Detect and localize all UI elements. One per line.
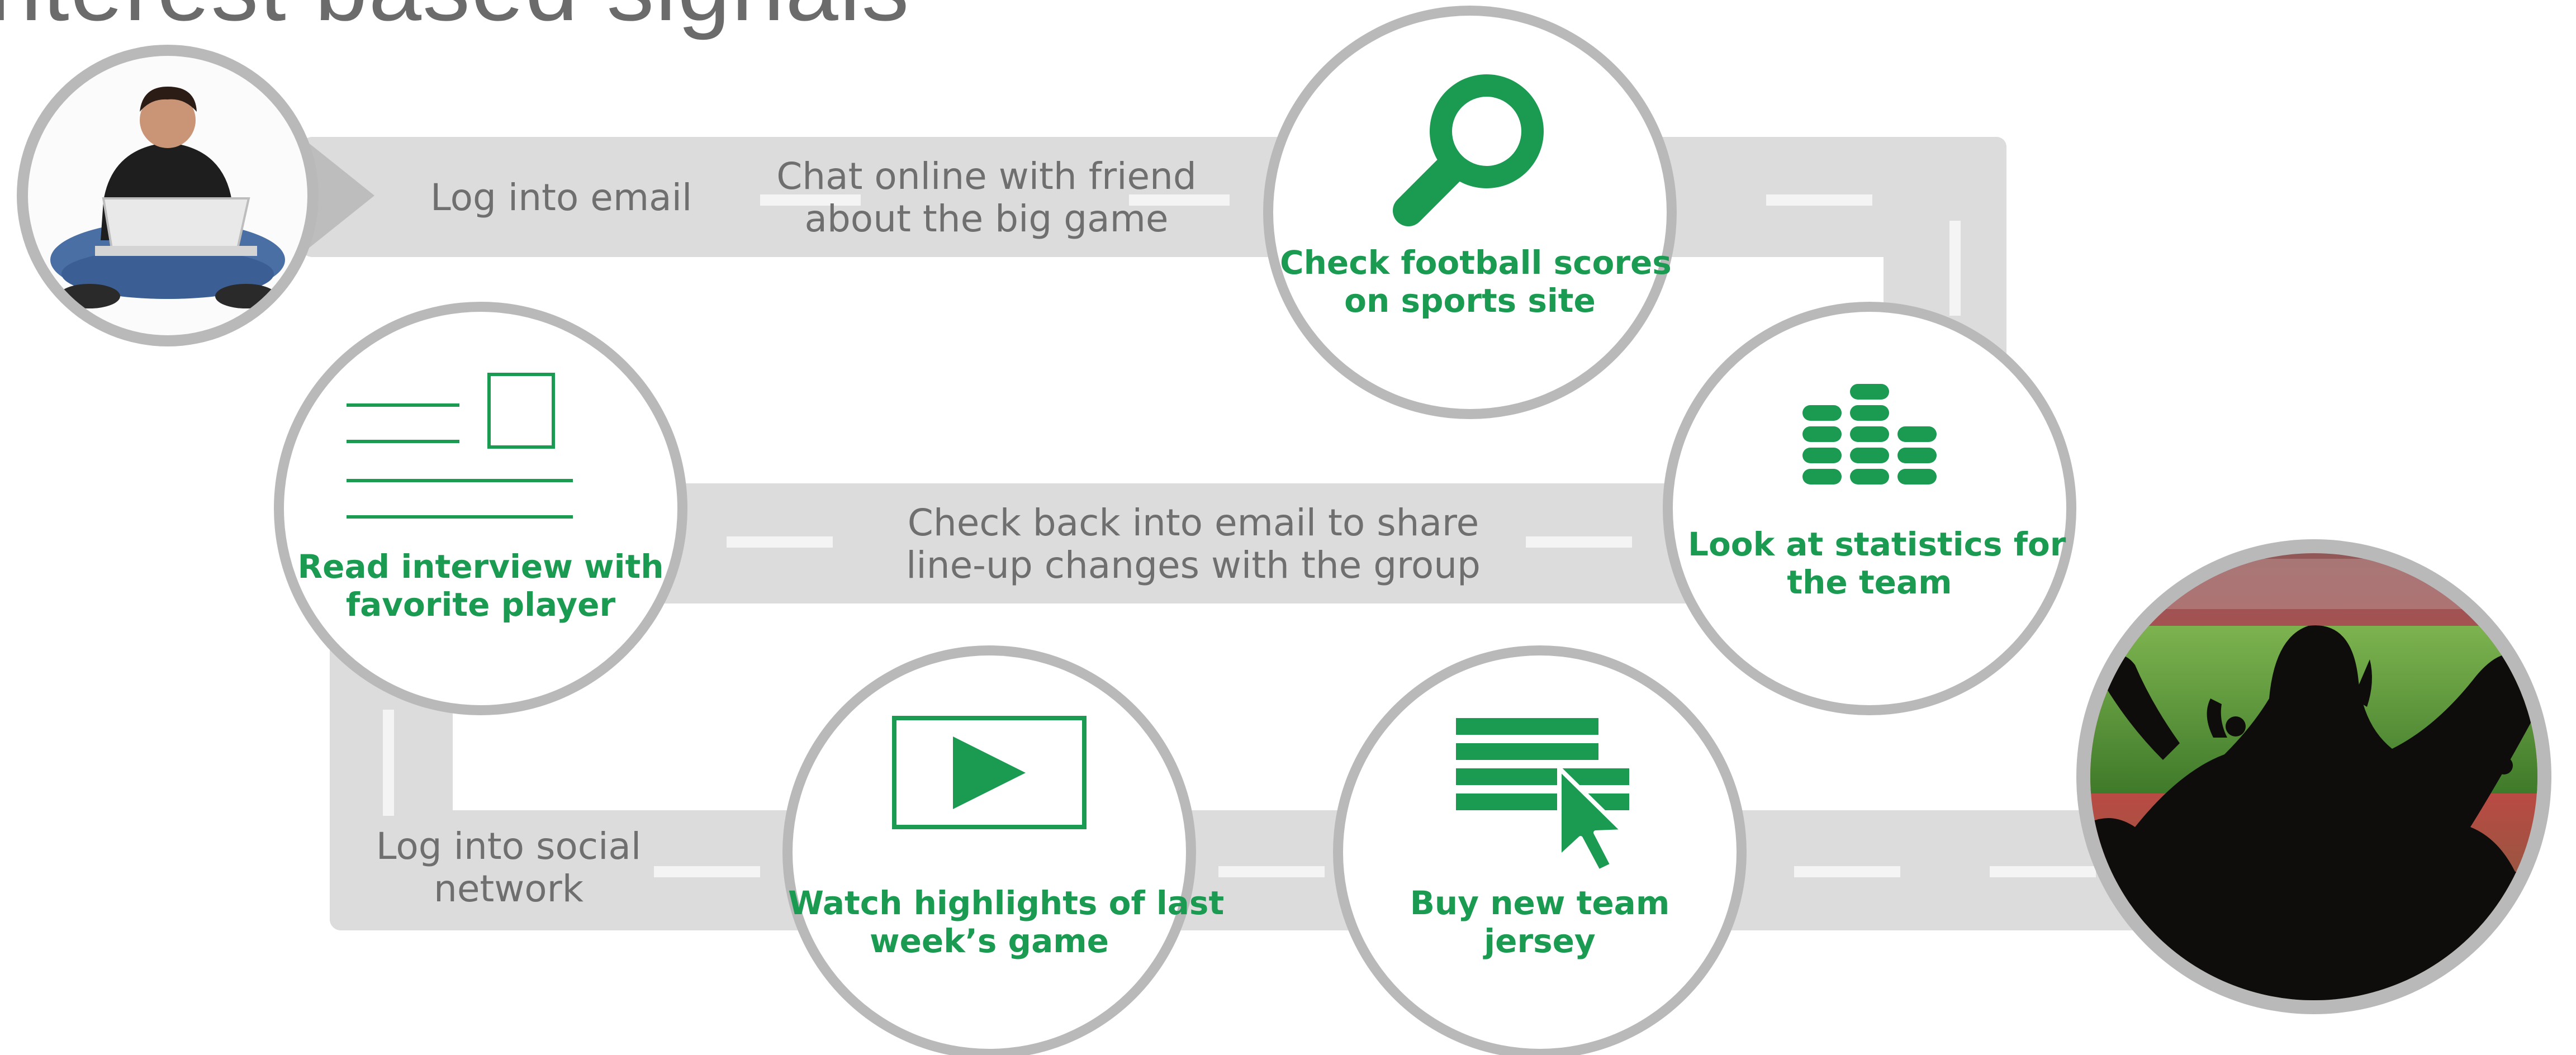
scores-line-2: on sports site	[1344, 282, 1596, 320]
label-chat-online: Chat online with friend about the big ga…	[743, 155, 1230, 240]
label-check-scores: Check football scores on sports site	[1280, 244, 1672, 320]
jersey-line-1: Buy new team	[1410, 884, 1670, 922]
label-buy-jersey: Buy new team jersey	[1386, 884, 1693, 960]
watch-circle	[782, 645, 1196, 1055]
chat-line-1: Chat online with friend	[776, 155, 1197, 198]
social-line-2: network	[433, 867, 584, 910]
label-log-into-email: Log into email	[430, 176, 692, 219]
scores-circle	[1263, 6, 1677, 419]
jersey-line-2: jersey	[1484, 922, 1596, 960]
interview-circle	[274, 302, 687, 715]
label-check-back-email: Check back into email to share line-up c…	[877, 502, 1509, 587]
fan-photo	[2076, 539, 2551, 1014]
share-line-2: line-up changes with the group	[906, 544, 1481, 587]
label-read-interview: Read interview with favorite player	[296, 548, 665, 624]
person-laptop-photo	[17, 45, 374, 346]
watch-line-1: Watch highlights of last	[788, 884, 1225, 922]
scores-line-1: Check football scores	[1280, 244, 1672, 282]
interview-line-1: Read interview with	[297, 548, 664, 586]
social-line-1: Log into social	[376, 825, 642, 868]
chat-line-2: about the big game	[804, 197, 1169, 240]
jersey-circle	[1333, 645, 1747, 1055]
share-line-1: Check back into email to share	[907, 501, 1479, 544]
watch-line-2: week’s game	[869, 922, 1109, 960]
label-watch-highlights: Watch highlights of last week’s game	[788, 884, 1225, 960]
label-log-into-social: Log into social network	[358, 825, 660, 910]
stats-line-1: Look at statistics for	[1688, 525, 2066, 563]
diagram-stage: nterest based signals	[0, 0, 2576, 1055]
stats-circle	[1663, 302, 2076, 715]
label-look-statistics: Look at statistics for the team	[1688, 525, 2066, 601]
interview-line-2: favorite player	[345, 586, 616, 624]
stats-line-2: the team	[1787, 563, 1952, 601]
